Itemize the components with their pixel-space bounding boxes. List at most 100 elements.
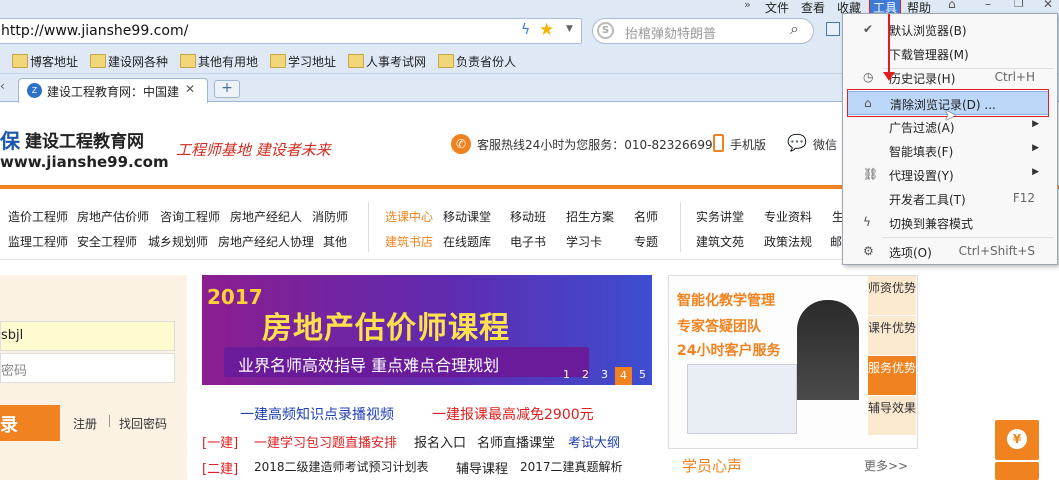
banner-year: 2017 bbox=[207, 285, 263, 309]
site-favicon-icon: Z bbox=[27, 83, 42, 98]
float-pay-button[interactable]: ¥ bbox=[995, 420, 1039, 460]
submenu-arrow-icon: ▶ bbox=[1032, 119, 1039, 129]
menu-item-label: 代理设置(Y) bbox=[889, 169, 954, 183]
nav-link[interactable]: 城乡规划师 bbox=[148, 233, 208, 250]
pager-dot[interactable]: 3 bbox=[596, 368, 613, 384]
page-icon[interactable] bbox=[826, 22, 840, 36]
nav-link[interactable]: 房地产经纪人 bbox=[230, 208, 302, 225]
tab-scroll-left-icon[interactable]: ‹ bbox=[0, 79, 5, 93]
menu-item-label: 下载管理器(M) bbox=[889, 48, 969, 62]
tab-tutoring[interactable]: 辅导效果 bbox=[868, 396, 916, 436]
search-box[interactable]: S 抬棺弹劾特朗普 ⌕ bbox=[592, 18, 814, 44]
promo-line: 智能化教学管理 bbox=[677, 293, 775, 309]
close-window-icon[interactable]: ✕ bbox=[1043, 0, 1053, 11]
students-section: 学员心声 更多>> bbox=[668, 448, 918, 480]
nav-link[interactable]: 政策法规 bbox=[764, 233, 812, 250]
url-text: http://www.jianshe99.com/ bbox=[1, 23, 189, 39]
nav-link[interactable]: 邮 bbox=[830, 233, 842, 250]
banner-title: 房地产估价师课程 bbox=[262, 311, 510, 346]
nav-link[interactable]: 专题 bbox=[634, 233, 658, 250]
star-icon[interactable]: ★ bbox=[539, 20, 554, 40]
tab-faculty[interactable]: 师资优势 bbox=[868, 276, 916, 316]
menu-item-history[interactable]: ◷ 历史记录(H) Ctrl+H bbox=[843, 66, 1057, 90]
bookmark-folder[interactable]: 博客地址 bbox=[12, 53, 78, 69]
nav-link[interactable]: 建筑文苑 bbox=[696, 233, 744, 250]
nav-link[interactable]: 电子书 bbox=[510, 233, 546, 250]
nav-link[interactable]: 名师 bbox=[634, 208, 658, 225]
search-icon[interactable]: ⌕ bbox=[790, 19, 799, 39]
tab-close-icon[interactable]: ✕ bbox=[185, 82, 195, 96]
nav-link[interactable]: 移动班 bbox=[510, 208, 546, 225]
news-link[interactable]: 报名入口 bbox=[414, 432, 466, 451]
tab-courseware[interactable]: 课件优势 bbox=[868, 316, 916, 356]
menu-item-proxy[interactable]: ⛓ 代理设置(Y) ▶ bbox=[843, 163, 1057, 187]
menu-item-download-manager[interactable]: 下载管理器(M) bbox=[843, 42, 1057, 66]
nav-link[interactable]: 其他 bbox=[323, 233, 347, 250]
pager-dot[interactable]: 2 bbox=[577, 368, 594, 384]
skin-icon[interactable]: ⌂ bbox=[948, 0, 956, 11]
bookmark-folder[interactable]: 其他有用地 bbox=[180, 53, 258, 69]
menu-item-default-browser[interactable]: ✔ 默认浏览器(B) bbox=[843, 18, 1057, 42]
news-tag: [一建] bbox=[202, 436, 239, 451]
minimize-icon[interactable]: – bbox=[985, 0, 991, 11]
url-dropdown-icon[interactable]: ▼ bbox=[566, 24, 573, 34]
banner-pager: 1 2 3 4 5 bbox=[558, 367, 650, 385]
students-more-link[interactable]: 更多>> bbox=[864, 457, 908, 474]
nav-link[interactable]: 房地产估价师 bbox=[77, 208, 149, 225]
nav-link[interactable]: 实务讲堂 bbox=[696, 208, 744, 225]
search-engine-icon[interactable]: S bbox=[597, 22, 614, 39]
bookmark-folder[interactable]: 学习地址 bbox=[270, 53, 336, 69]
nav-link[interactable]: 专业资料 bbox=[764, 208, 812, 225]
pager-dot[interactable]: 5 bbox=[634, 368, 651, 384]
forgot-password-link[interactable]: 找回密码 bbox=[119, 415, 167, 432]
pager-dot[interactable]: 1 bbox=[558, 368, 575, 384]
nav-link[interactable]: 咨询工程师 bbox=[160, 208, 220, 225]
nav-link[interactable]: 安全工程师 bbox=[77, 233, 137, 250]
news-link[interactable]: 一建高频知识点录播视频 bbox=[240, 404, 394, 424]
tools-dropdown-menu: ✔ 默认浏览器(B) 下载管理器(M) ◷ 历史记录(H) Ctrl+H ⌂ 清… bbox=[842, 13, 1058, 265]
pager-dot-active[interactable]: 4 bbox=[615, 367, 632, 385]
collapse-arrows-icon[interactable]: » bbox=[744, 0, 751, 11]
nav-link[interactable]: 移动课堂 bbox=[443, 208, 491, 225]
news-link[interactable]: 一建学习包习题直播安排 bbox=[254, 432, 397, 451]
menu-item-devtools[interactable]: 开发者工具(T) F12 bbox=[843, 187, 1057, 211]
course-banner[interactable]: 2017 房地产估价师课程 业界名师高效指导 重点难点合理规划 1 2 3 4 … bbox=[202, 275, 652, 385]
nav-link[interactable]: 监理工程师 bbox=[8, 233, 68, 250]
nav-link[interactable]: 建筑书店 bbox=[385, 233, 433, 250]
bookmark-folder[interactable]: 负责省份人 bbox=[438, 53, 516, 69]
news-link[interactable]: 2018二级建造师考试预习计划表 bbox=[254, 458, 429, 475]
password-field[interactable]: 密码 bbox=[0, 353, 175, 383]
menu-item-autofill[interactable]: 智能填表(F) ▶ bbox=[843, 139, 1057, 163]
restore-icon[interactable]: ❐ bbox=[1014, 0, 1024, 10]
nav-link[interactable]: 房地产经纪人协理 bbox=[218, 233, 314, 250]
tab-active[interactable]: Z 建设工程教育网：中国建 ✕ bbox=[18, 78, 208, 103]
float-service-button[interactable] bbox=[995, 462, 1039, 480]
bookmark-folder[interactable]: 人事考试网 bbox=[348, 53, 426, 69]
nav-link[interactable]: 招生方案 bbox=[566, 208, 614, 225]
mobile-link[interactable]: 手机版 bbox=[730, 136, 766, 153]
nav-link[interactable]: 造价工程师 bbox=[8, 208, 68, 225]
bookmark-folder[interactable]: 建设网各种 bbox=[90, 53, 168, 69]
login-button[interactable]: 录 bbox=[0, 405, 60, 441]
mouse-cursor-icon: ➤ bbox=[944, 106, 957, 124]
menu-item-options[interactable]: ⚙ 选项(O) Ctrl+Shift+S bbox=[843, 240, 1057, 264]
news-link[interactable]: 2017二建真题解析 bbox=[520, 458, 623, 475]
submenu-arrow-icon: ▶ bbox=[1032, 143, 1039, 153]
logo-title[interactable]: 建设工程教育网 bbox=[25, 127, 144, 152]
menu-item-compat-mode[interactable]: ϟ 切换到兼容模式 bbox=[843, 211, 1057, 235]
username-field[interactable]: sbjl bbox=[0, 321, 175, 351]
nav-link[interactable]: 选课中心 bbox=[385, 208, 433, 225]
nav-link[interactable]: 消防师 bbox=[312, 208, 348, 225]
nav-link[interactable]: 在线题库 bbox=[443, 233, 491, 250]
lightning-icon[interactable]: ϟ bbox=[521, 22, 530, 38]
url-field[interactable]: http://www.jianshe99.com/ ϟ ★ ▼ bbox=[0, 18, 582, 44]
tab-service[interactable]: 服务优势 bbox=[868, 356, 916, 396]
news-link[interactable]: 一建报课最高减免2900元 bbox=[432, 404, 594, 424]
news-link[interactable]: 考试大纲 bbox=[568, 432, 620, 451]
nav-link[interactable]: 学习卡 bbox=[566, 233, 602, 250]
wechat-link[interactable]: 微信 bbox=[813, 136, 837, 153]
news-link[interactable]: 名师直播课堂 bbox=[477, 432, 555, 451]
new-tab-icon[interactable]: + bbox=[214, 80, 240, 98]
news-link[interactable]: 辅导课程 bbox=[456, 458, 508, 477]
register-link[interactable]: 注册 bbox=[73, 415, 97, 432]
